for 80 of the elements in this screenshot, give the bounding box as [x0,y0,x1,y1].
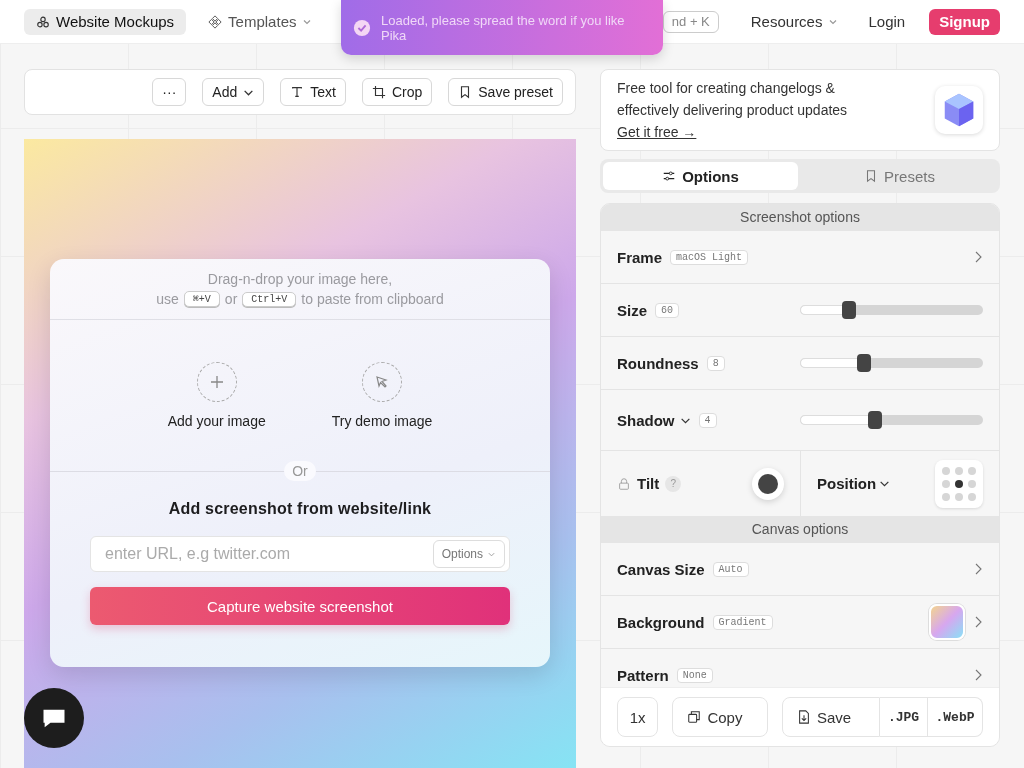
more-button[interactable]: ··· [152,78,187,106]
keyboard-shortcut: Ctrl+V [242,291,297,307]
value-badge: Gradient [712,614,773,630]
value-badge: 8 [706,355,725,371]
toolbar-button[interactable]: Add [202,78,265,106]
search-shortcut-button[interactable]: nd + K [662,10,719,33]
capture-button[interactable]: Capture website screenshot [90,587,510,625]
option-label: Roundness [617,354,699,372]
position-dot[interactable] [955,492,963,501]
keyboard-shortcut: ⌘+V [183,291,220,307]
section-header: Screenshot options [601,204,999,231]
slider-handle[interactable] [857,354,872,372]
position-dot[interactable] [955,466,963,475]
position-dot[interactable] [968,466,976,475]
chevron-right-icon[interactable] [973,250,983,264]
cube-logo-icon [935,86,983,134]
position-dot[interactable] [968,479,976,488]
option-label: Background [617,613,705,631]
gradient-swatch[interactable] [929,604,965,640]
sliders-icon [662,169,677,183]
hint-text: use [156,291,179,307]
image-action-button[interactable]: Try demo image [325,361,439,430]
position-dot[interactable] [942,479,950,488]
option-label: Frame [617,248,663,266]
signup-button[interactable]: Signup [929,8,1000,35]
download-file-icon [797,710,811,724]
hint-text: to paste from clipboard [301,291,444,307]
get-it-free-link[interactable]: Get it free → [617,121,697,143]
copy-button[interactable]: Copy [672,697,768,737]
copy-icon [687,710,702,724]
format-button[interactable]: .JPG [880,697,928,737]
option-label: Tilt [637,475,660,492]
position-dot[interactable] [968,492,976,501]
save-button[interactable]: Save [782,697,880,737]
position-dot[interactable] [942,492,950,501]
image-action-button[interactable]: Add your image [161,361,272,430]
value-badge: None [676,667,713,683]
shapes-icon [36,14,50,29]
check-circle-icon [353,18,371,37]
toolbar-button[interactable]: Crop [361,78,433,106]
chevron-right-icon[interactable] [973,562,983,576]
plus-icon [208,374,225,390]
section-header: Canvas options [601,516,999,543]
option-label: Pattern [617,666,669,684]
toast-message: Loaded, please spread the word if you like Pika [381,12,626,43]
position-dot[interactable] [942,466,950,475]
slider-handle[interactable] [868,411,882,429]
value-badge: macOS Light [670,249,749,265]
drop-hint: Drag-n-drop your image here, [207,271,393,287]
grid-icon [208,14,223,29]
scale-button[interactable]: 1x [617,697,659,737]
value-badge: 4 [698,412,717,428]
tilt-knob[interactable] [752,467,784,500]
options-dropdown[interactable]: Options [432,540,505,568]
nav-item[interactable]: Website Mockups [24,8,187,35]
login-link[interactable]: Login [868,13,906,30]
promo-text: Free tool for creating changelogs & effectively delivering product updates [617,79,849,120]
value-badge: 60 [655,302,680,318]
slider-handle[interactable] [842,301,857,319]
crop-icon [371,85,386,99]
chevron-right-icon[interactable] [973,668,983,682]
option-label: Size [617,301,647,319]
toolbar-button[interactable]: Text [280,78,346,106]
option-label: Shadow [617,411,675,429]
hint-text: or [224,291,238,307]
toolbar-button[interactable]: Save preset [448,78,563,106]
option-label: Canvas Size [617,560,705,578]
panel-tab[interactable]: Options [603,162,798,190]
position-dot[interactable] [955,479,963,488]
nav-item[interactable]: Templates [196,8,325,35]
resources-menu[interactable]: Resources [744,12,845,31]
panel-tab[interactable]: Presets [802,162,997,190]
chevron-right-icon[interactable] [973,615,983,629]
url-section-title: Add screenshot from website/link [168,500,432,518]
url-input-field[interactable]: enter URL, e.g twitter.com Options [90,536,510,572]
value-badge: Auto [712,561,749,577]
format-button[interactable]: .WebP [928,697,983,737]
text-icon [290,85,305,99]
option-label: Position [817,475,877,492]
or-divider-label: Or [284,461,316,481]
